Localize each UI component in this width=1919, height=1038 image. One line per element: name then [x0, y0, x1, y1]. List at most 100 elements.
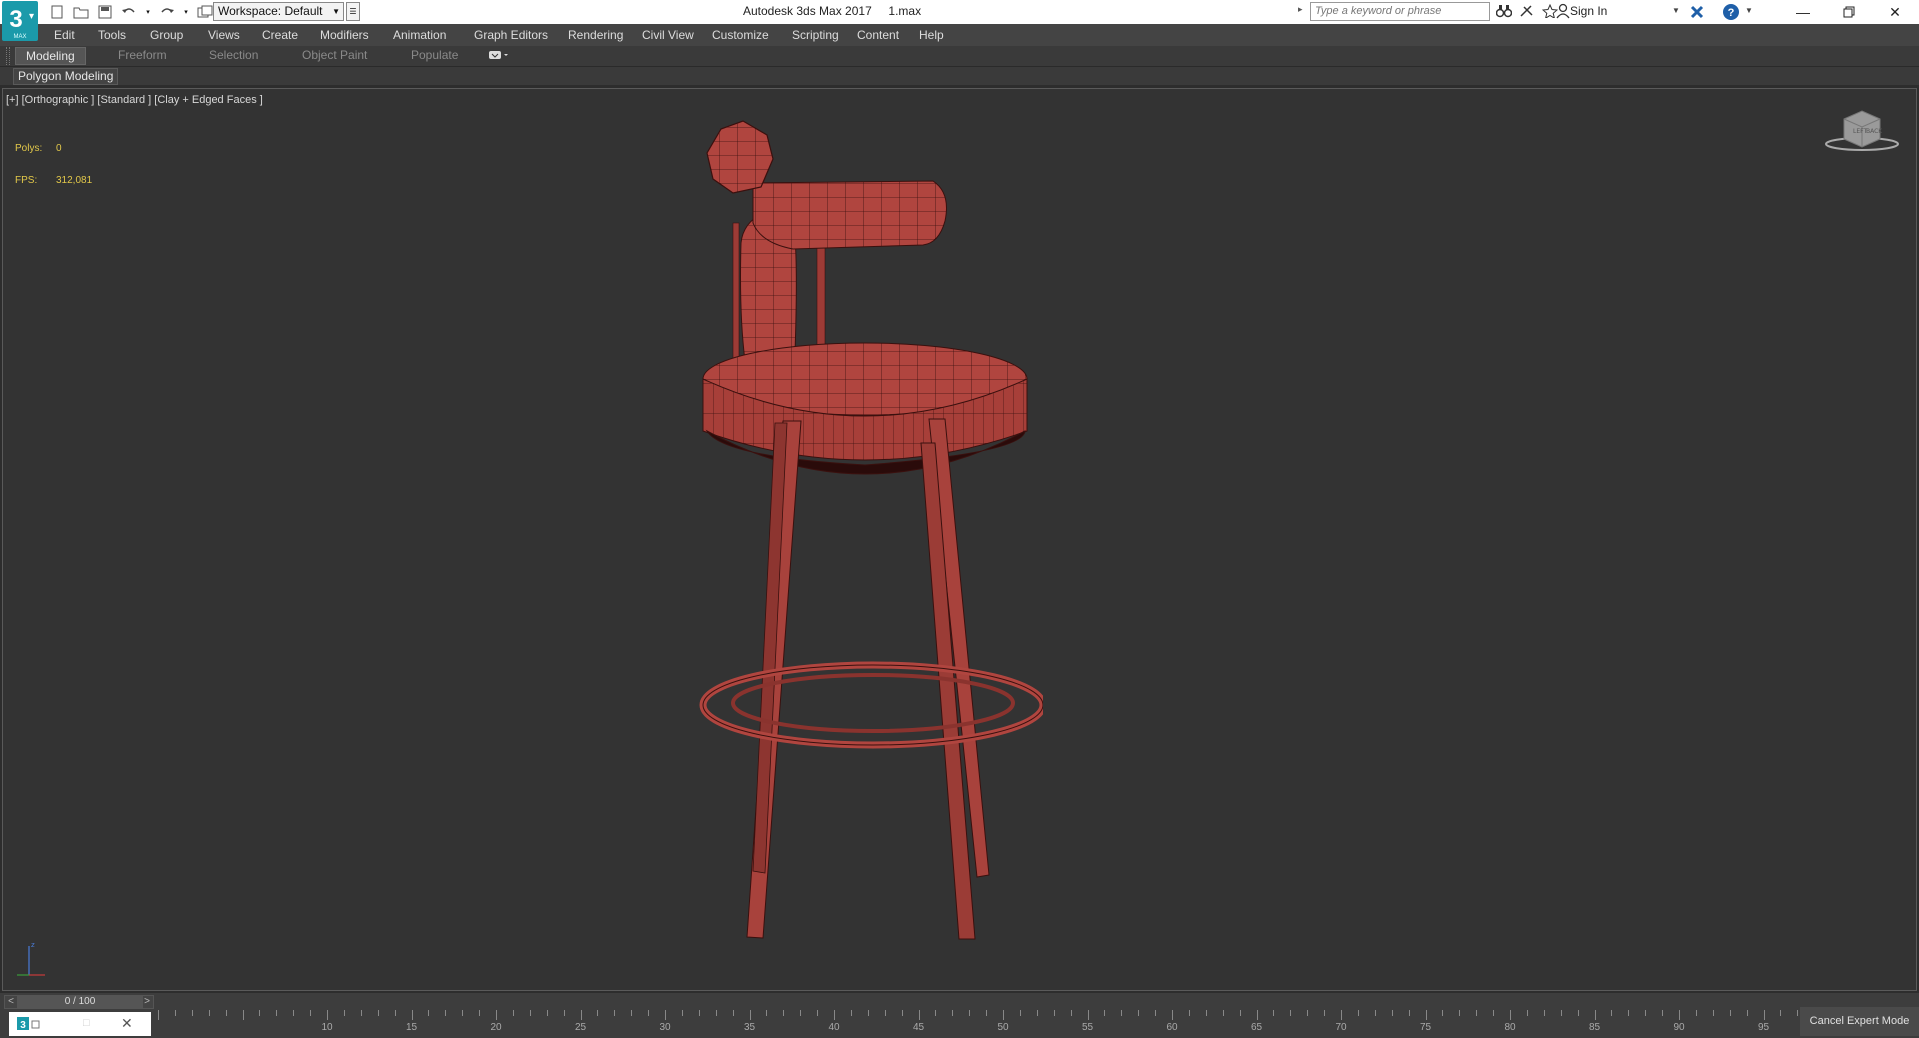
menu-scripting[interactable]: Scripting [792, 28, 839, 42]
menu-views[interactable]: Views [208, 28, 240, 42]
cancel-expert-mode-button[interactable]: Cancel Expert Mode [1800, 1007, 1919, 1036]
tab-freeform[interactable]: Freeform [108, 47, 177, 65]
undo-icon[interactable] [120, 3, 138, 21]
ribbon-tabs: Modeling Freeform Selection Object Paint… [0, 46, 1919, 66]
redo-icon[interactable] [158, 3, 176, 21]
menu-graph-editors[interactable]: Graph Editors [474, 28, 548, 42]
ruler-tick [1729, 1010, 1731, 1016]
workspace-dropdown[interactable]: Workspace: Default ▼ [213, 2, 344, 21]
user-icon[interactable] [1556, 3, 1570, 22]
fps-value: 312,081 [56, 175, 93, 186]
sign-in-button[interactable]: Sign In [1570, 4, 1607, 18]
restore-button[interactable] [1826, 0, 1872, 24]
ruler-tick [1679, 1010, 1680, 1020]
open-folder-icon[interactable] [72, 3, 90, 21]
menu-rendering[interactable]: Rendering [568, 28, 623, 42]
subscription-icon[interactable] [1519, 4, 1535, 21]
tab-selection[interactable]: Selection [199, 47, 268, 65]
search-input[interactable]: Type a keyword or phrase [1310, 2, 1490, 21]
save-icon[interactable] [96, 3, 114, 21]
menu-help[interactable]: Help [919, 28, 944, 42]
menu-customize[interactable]: Customize [712, 28, 769, 42]
redo-dropdown-icon[interactable]: ▾ [182, 3, 190, 21]
ruler-tick [648, 1010, 650, 1016]
ruler-tick [935, 1010, 937, 1016]
search-expand-icon[interactable]: ▸ [1298, 4, 1303, 15]
window-thumb-icon[interactable]: □ [83, 1017, 90, 1029]
ruler-tick [1256, 1010, 1258, 1020]
ruler-tick [817, 1010, 819, 1016]
menu-content[interactable]: Content [857, 28, 899, 42]
ruler-tick [1324, 1010, 1326, 1016]
viewcube-icon[interactable]: LEFT BACK [1822, 99, 1902, 159]
timeline-bar: < 0 / 100 > 3 □ ✕ 10 15 20 25 30 35 40 45 50 55 60… [0, 993, 1919, 1038]
help-icon[interactable]: ? [1722, 3, 1740, 21]
svg-text:?: ? [1728, 7, 1735, 19]
project-folder-icon[interactable] [196, 3, 214, 21]
ruler-tick [1459, 1010, 1461, 1016]
menu-create[interactable]: Create [262, 28, 298, 42]
ruler-tick [749, 1010, 751, 1020]
viewport-orthographic[interactable]: [+] [Orthographic ] [Standard ] [Clay + … [2, 88, 1917, 991]
ruler-tick [1036, 1010, 1038, 1016]
ruler-label: 85 [1588, 1022, 1601, 1033]
ruler-label: 95 [1757, 1022, 1770, 1033]
app-logo-icon[interactable]: 3 ▾ MAX [2, 1, 38, 41]
polys-label: Polys: [15, 143, 43, 154]
ruler-tick [546, 1010, 548, 1016]
tab-populate[interactable]: Populate [401, 47, 468, 65]
new-file-icon[interactable] [48, 3, 66, 21]
menu-civil-view[interactable]: Civil View [642, 28, 694, 42]
menu-animation[interactable]: Animation [393, 28, 446, 42]
menu-tools[interactable]: Tools [98, 28, 126, 42]
minimize-button[interactable]: — [1780, 0, 1826, 24]
ruler-tick [1628, 1010, 1630, 1016]
ruler-tick [631, 1010, 633, 1016]
prev-frame-button[interactable]: < [5, 996, 17, 1008]
ruler-tick [1003, 1010, 1004, 1020]
ruler-tick [1290, 1010, 1292, 1016]
ruler-tick [715, 1010, 717, 1016]
ruler-tick [952, 1010, 954, 1016]
menu-group[interactable]: Group [150, 28, 183, 42]
fps-label: FPS: [15, 175, 38, 186]
ruler-tick [665, 1010, 666, 1020]
ruler-tick [1391, 1010, 1393, 1016]
close-preview-icon[interactable]: ✕ [121, 1015, 133, 1032]
close-button[interactable]: ✕ [1872, 0, 1918, 24]
help-dropdown-icon[interactable]: ▼ [1745, 6, 1753, 15]
ruler-tick [208, 1010, 210, 1016]
time-slider-thumb[interactable]: 0 / 100 [17, 996, 143, 1008]
info-center-tools [1495, 2, 1559, 22]
menu-edit[interactable]: Edit [54, 28, 75, 42]
ribbon-grip[interactable] [6, 47, 10, 65]
binoculars-icon[interactable] [1495, 4, 1513, 21]
ribbon-options-icon[interactable] [489, 50, 509, 63]
ruler-tick [496, 1010, 497, 1020]
ruler-tick [1526, 1010, 1528, 1016]
svg-text:▾: ▾ [29, 11, 34, 22]
tab-object-paint[interactable]: Object Paint [292, 47, 377, 65]
autodesk-exchange-icon[interactable] [1688, 3, 1706, 21]
workspace-menu-button[interactable]: ☰ [346, 2, 360, 21]
ruler-label: 30 [659, 1022, 671, 1033]
ruler-tick [327, 1010, 328, 1020]
bar-stool-model[interactable] [683, 113, 1047, 953]
next-frame-button[interactable]: > [141, 996, 153, 1008]
tab-modeling[interactable]: Modeling [15, 47, 86, 65]
app-mini-icon[interactable]: 3 [17, 1017, 41, 1036]
ruler-tick [394, 1010, 396, 1016]
viewport-label-menu[interactable]: [+] [Orthographic ] [Standard ] [Clay + … [6, 94, 263, 106]
ruler-label: 35 [743, 1022, 756, 1033]
ruler-tick [1476, 1010, 1478, 1016]
sign-in-dropdown-icon[interactable]: ▼ [1672, 6, 1680, 15]
ruler-tick [1273, 1010, 1275, 1016]
menu-modifiers[interactable]: Modifiers [320, 28, 369, 42]
ruler-tick [411, 1010, 413, 1020]
timeline-ruler[interactable]: 101520253035404550556065707580859095100 [152, 1010, 1856, 1038]
time-slider[interactable]: < 0 / 100 > [4, 995, 154, 1009]
ruler-label: 60 [1166, 1022, 1178, 1033]
ruler-label: 65 [1250, 1022, 1263, 1033]
undo-dropdown-icon[interactable]: ▾ [144, 3, 152, 21]
polygon-modeling-panel[interactable]: Polygon Modeling [13, 68, 119, 85]
